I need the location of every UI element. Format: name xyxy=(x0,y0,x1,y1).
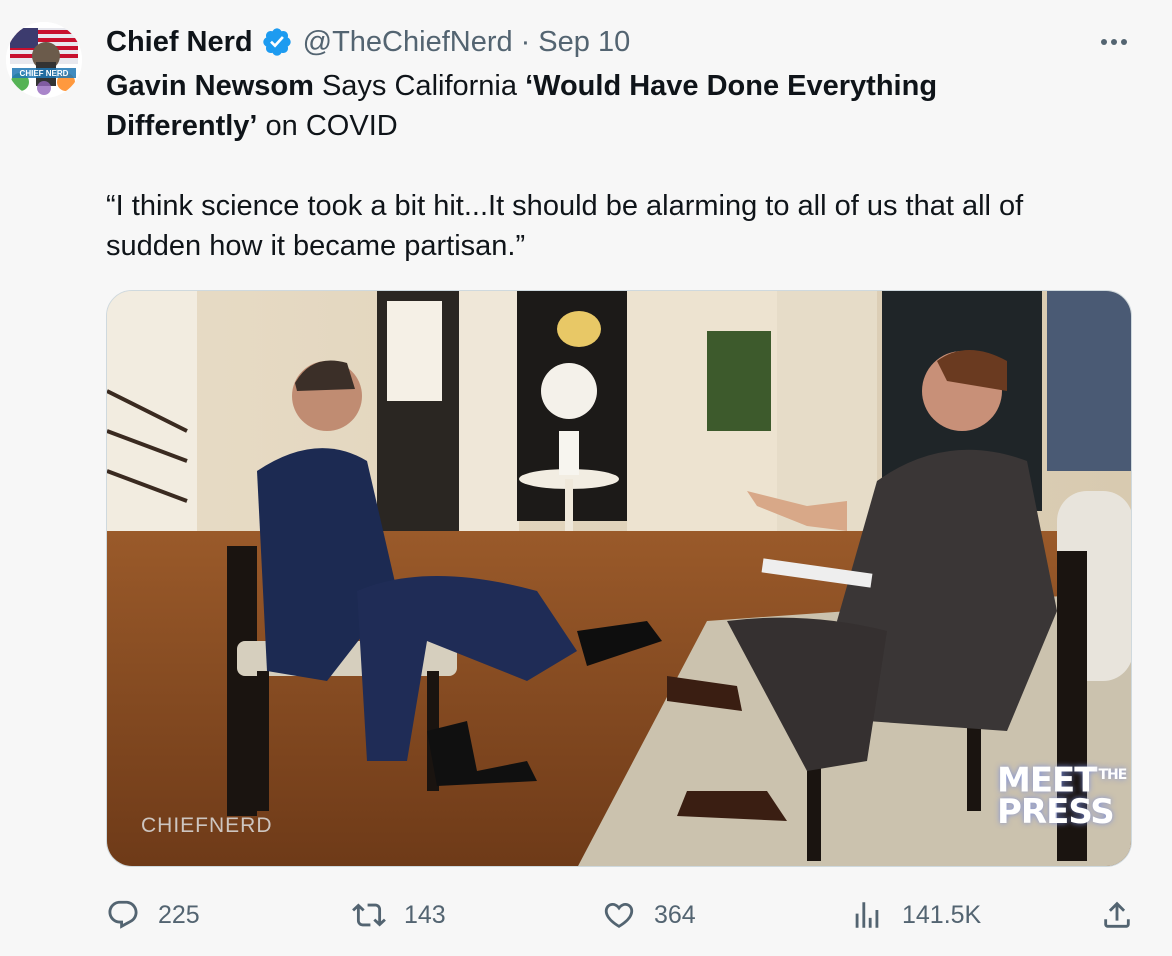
headline-bold-name: Gavin Newsom xyxy=(106,70,314,102)
reply-count: 225 xyxy=(158,900,200,929)
headline-suffix: on COVID xyxy=(257,110,398,142)
more-icon[interactable] xyxy=(1094,24,1134,60)
headline-line-1: Gavin Newsom Says California ‘Would Have… xyxy=(106,66,1126,106)
avatar[interactable]: CHIEF NERD xyxy=(6,22,82,98)
logo-press: PRESS xyxy=(997,792,1115,832)
headline-regular: Says California xyxy=(313,70,526,102)
quote-line-2: sudden how it became partisan.” xyxy=(106,230,526,262)
views-button[interactable]: 141.5K xyxy=(850,893,981,937)
retweet-button[interactable]: 143 xyxy=(352,893,446,937)
tweet-text: Gavin Newsom Says California ‘Would Have… xyxy=(106,66,1126,266)
retweet-count: 143 xyxy=(404,900,446,929)
video-frame xyxy=(107,291,1131,866)
logo-the: THE xyxy=(1098,766,1127,783)
heart-icon xyxy=(604,902,634,928)
views-icon xyxy=(855,902,879,928)
headline-line-2: Differently’ on COVID xyxy=(106,106,1126,146)
headline-bold-quote: ‘Would Have Done Everything xyxy=(525,70,938,102)
tweet-actions: 225 143 364 141.5K xyxy=(106,893,1136,937)
verified-badge-icon xyxy=(261,26,293,58)
share-icon xyxy=(1104,901,1130,928)
quote-line-1: “I think science took a bit hit...It sho… xyxy=(106,190,1024,222)
headline-bold-end: Differently’ xyxy=(106,110,258,142)
like-count: 364 xyxy=(654,900,696,929)
share-button[interactable] xyxy=(1100,893,1134,937)
tweet-date[interactable]: Sep 10 xyxy=(538,26,630,59)
avatar-text: CHIEF NERD xyxy=(20,69,69,78)
video-media[interactable]: CHIEFNERD MEET THE PRESS xyxy=(106,290,1132,867)
meet-the-press-logo: MEET THE PRESS xyxy=(997,759,1127,832)
tweet-header: Chief Nerd @TheChiefNerd · Sep 10 xyxy=(106,22,630,62)
like-button[interactable]: 364 xyxy=(602,893,696,937)
reply-icon xyxy=(108,900,138,929)
retweet-icon xyxy=(352,903,386,927)
author-name[interactable]: Chief Nerd xyxy=(106,26,253,59)
video-watermark: CHIEFNERD xyxy=(141,814,273,837)
separator-dot: · xyxy=(520,25,531,58)
reply-button[interactable]: 225 xyxy=(106,893,200,937)
views-count: 141.5K xyxy=(902,900,982,929)
author-handle[interactable]: @TheChiefNerd xyxy=(303,26,513,59)
avatar-image: CHIEF NERD xyxy=(6,22,82,98)
